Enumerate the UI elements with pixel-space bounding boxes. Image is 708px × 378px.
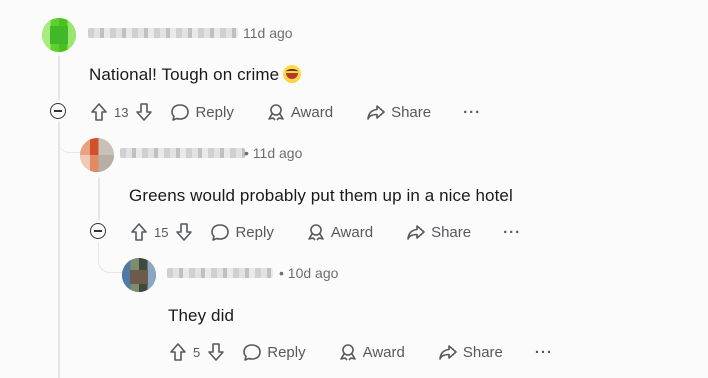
vote-score: 13 — [114, 104, 129, 120]
username[interactable] — [88, 28, 238, 38]
reply-label: Reply — [267, 343, 306, 361]
reply-icon — [243, 344, 262, 361]
share-button[interactable]: Share — [406, 222, 471, 242]
more-options-button[interactable]: ··· — [503, 224, 521, 241]
collapse-icon[interactable] — [90, 223, 106, 239]
award-icon — [268, 104, 284, 121]
reply-button[interactable]: Reply — [210, 222, 274, 242]
award-button[interactable]: Award — [306, 222, 373, 242]
username[interactable] — [120, 148, 245, 158]
comment-text: Greens would probably put them up in a n… — [129, 186, 513, 205]
reply-label: Reply — [235, 223, 274, 241]
reply-button[interactable]: Reply — [170, 102, 234, 122]
reply-label: Reply — [195, 103, 234, 121]
award-label: Award — [330, 223, 374, 241]
share-icon — [367, 105, 385, 120]
reply-icon — [211, 224, 230, 241]
thread-connector-2 — [98, 242, 123, 273]
thread-line-root — [58, 56, 60, 100]
avatar[interactable] — [122, 258, 156, 292]
upvote-button[interactable]: 13 — [89, 102, 128, 122]
thread-line-level2 — [98, 178, 100, 220]
downvote-button[interactable] — [134, 102, 154, 122]
vote-score: 5 — [193, 344, 201, 360]
avatar[interactable] — [80, 138, 114, 172]
reply-icon — [171, 104, 190, 121]
more-options-icon: ··· — [463, 103, 482, 121]
upvote-button[interactable]: 15 — [129, 222, 168, 242]
downvote-button[interactable] — [206, 342, 226, 362]
share-label: Share — [431, 223, 472, 241]
thread-connector — [58, 122, 80, 153]
thread-line-root-lower — [58, 122, 60, 378]
reply-button[interactable]: Reply — [242, 342, 306, 362]
award-label: Award — [290, 103, 334, 121]
award-icon — [308, 224, 324, 241]
downvote-icon — [136, 103, 153, 121]
downvote-icon — [208, 343, 225, 361]
comment-text: National! Tough on crime — [89, 65, 302, 85]
share-label: Share — [391, 103, 432, 121]
comment-thread: 11d ago National! Tough on crime 13 Repl… — [0, 0, 708, 378]
downvote-icon — [176, 223, 193, 241]
comment-actions: 13 Reply Award Share ··· — [89, 98, 481, 126]
vote-score: 15 — [154, 224, 169, 240]
comment-actions: 15 Reply Award Share ··· — [129, 218, 521, 246]
comment-text: They did — [168, 306, 235, 325]
share-button[interactable]: Share — [438, 342, 503, 362]
upvote-button[interactable]: 5 — [168, 342, 200, 362]
username[interactable] — [167, 268, 273, 278]
more-options-button[interactable]: ··· — [535, 344, 553, 361]
award-label: Award — [362, 343, 405, 361]
award-button[interactable]: Award — [338, 342, 405, 362]
collapse-icon[interactable] — [50, 103, 66, 119]
comment-text-content: National! Tough on crime — [89, 65, 280, 84]
upvote-icon — [131, 223, 147, 241]
comment-actions: 5 Reply Award Share ··· — [168, 338, 553, 366]
timestamp: • 11d ago — [244, 145, 303, 161]
share-icon — [439, 345, 457, 360]
more-options-icon: ··· — [503, 223, 522, 241]
laughing-emoji — [283, 65, 302, 83]
downvote-button[interactable] — [174, 222, 194, 242]
award-button[interactable]: Award — [266, 102, 333, 122]
more-options-button[interactable]: ··· — [463, 104, 481, 121]
timestamp: 11d ago — [243, 25, 293, 41]
share-icon — [407, 225, 425, 240]
share-button[interactable]: Share — [366, 102, 431, 122]
share-label: Share — [462, 343, 503, 361]
upvote-icon — [170, 343, 186, 361]
avatar[interactable] — [42, 18, 76, 52]
timestamp: • 10d ago — [279, 265, 339, 281]
award-icon — [339, 344, 356, 361]
upvote-icon — [91, 103, 107, 121]
more-options-icon: ··· — [534, 343, 553, 361]
